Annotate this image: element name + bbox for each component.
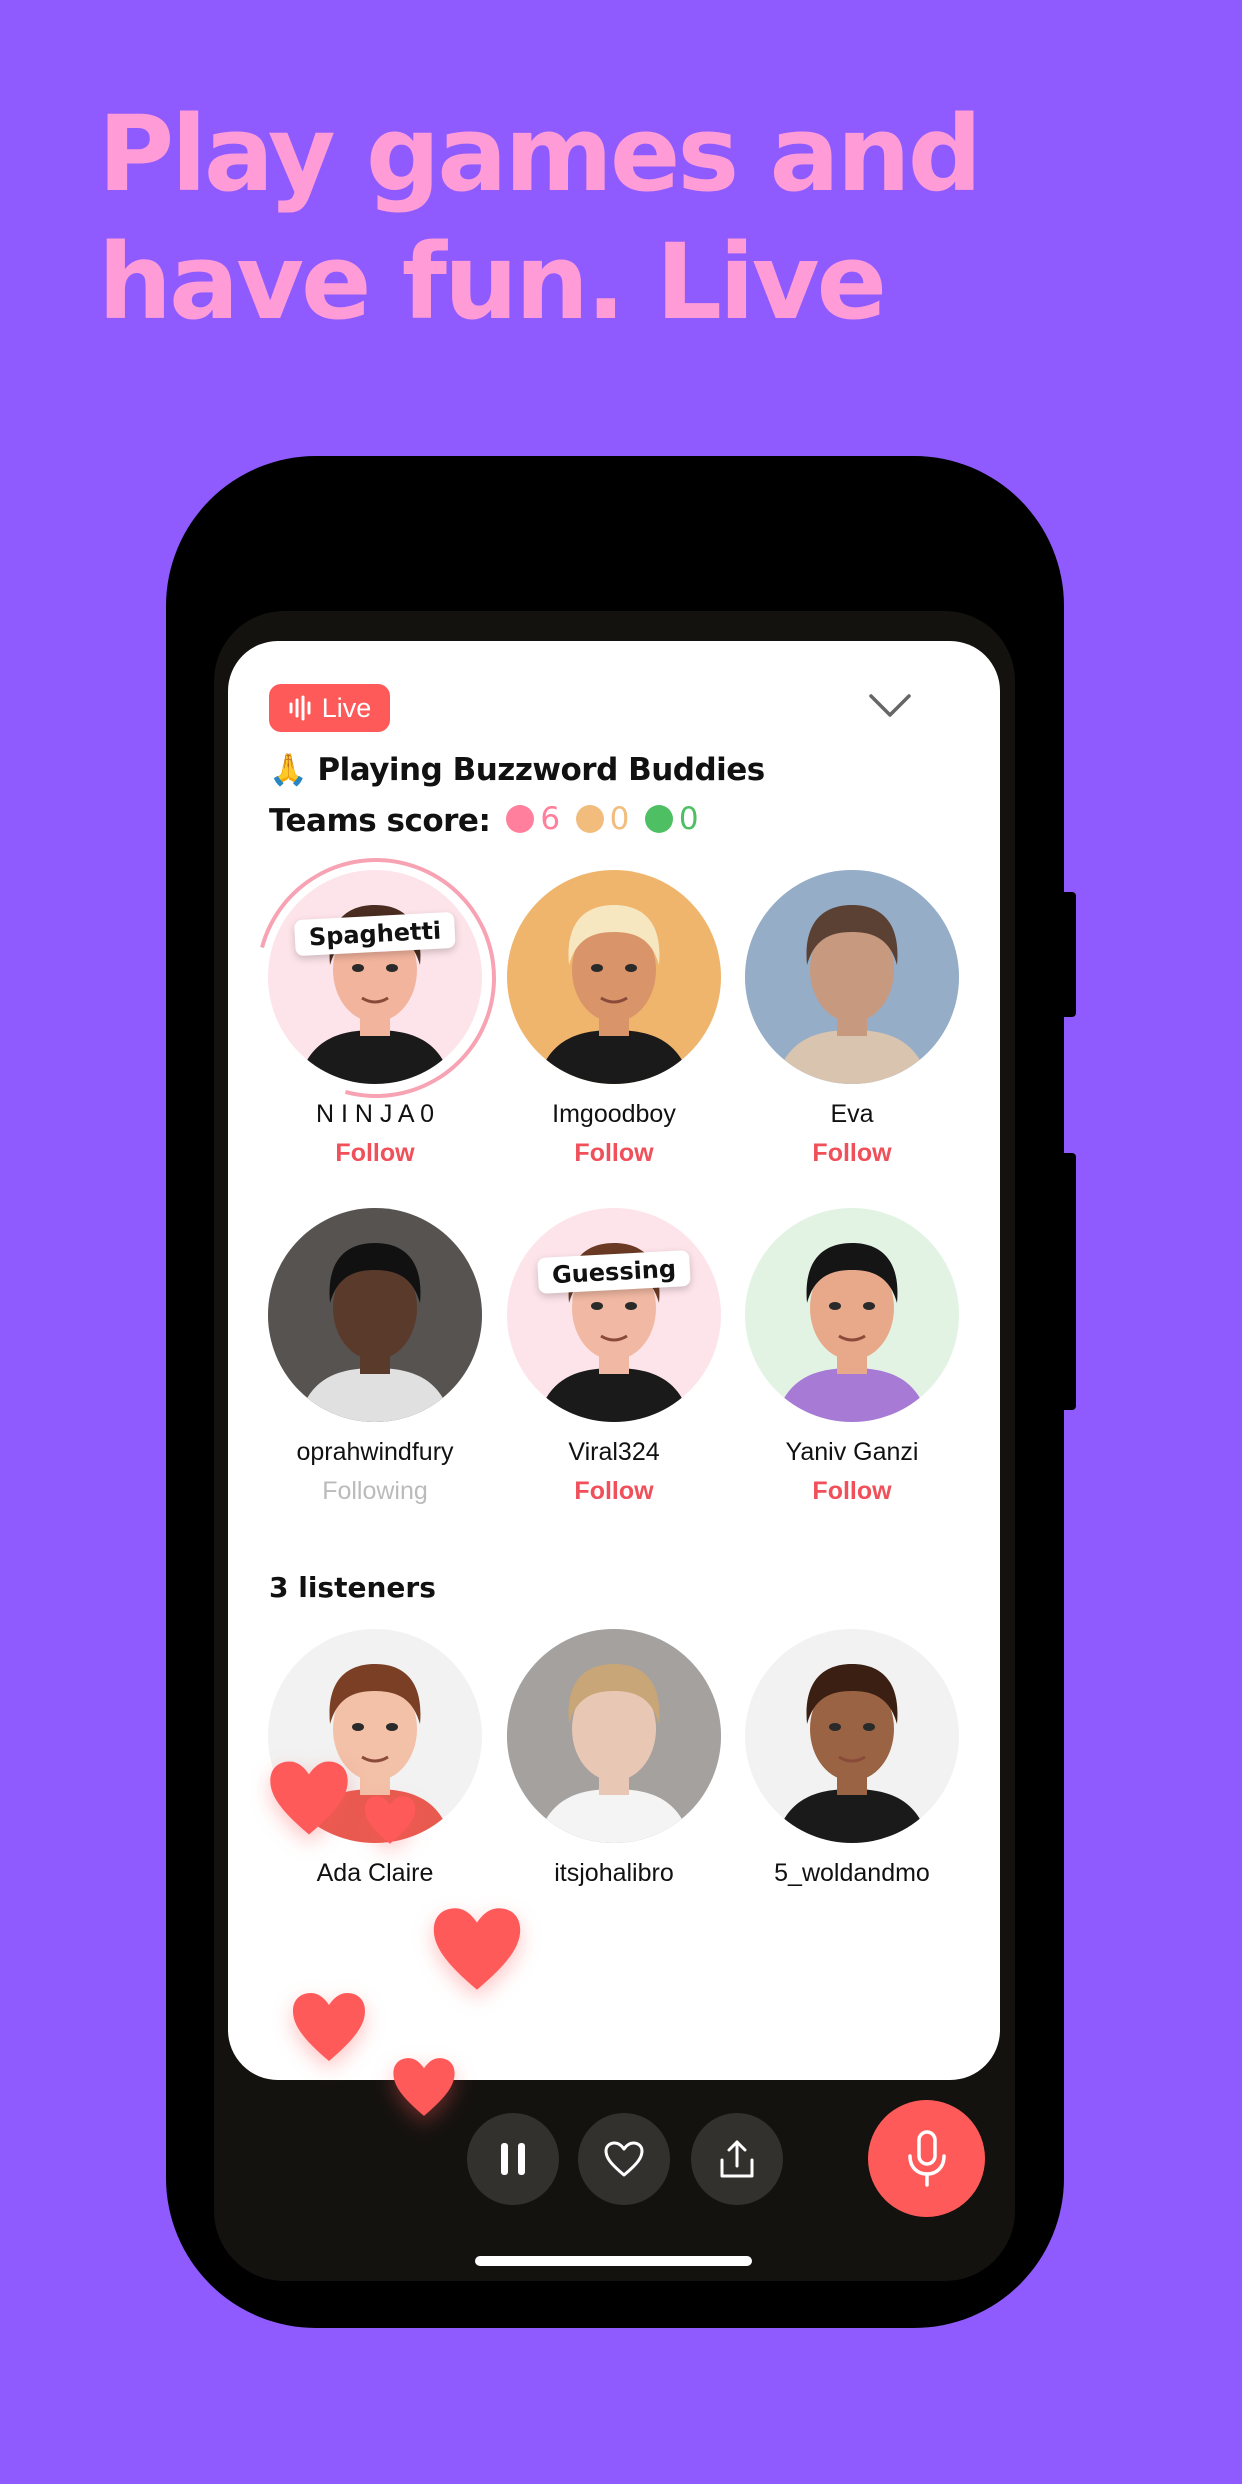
follow-button[interactable]: Follow (495, 1139, 733, 1168)
username: Eva (830, 1100, 874, 1128)
floating-heart-icon (293, 1993, 365, 2061)
follow-button[interactable]: Follow (256, 1139, 494, 1168)
phone-screen: Live 🙏 Playing Buzzword Buddies Teams sc… (214, 611, 1015, 2281)
headline-line-2: have fun. Live (98, 221, 887, 343)
following-button[interactable]: Following (256, 1477, 494, 1506)
team-score-value: 0 (609, 801, 630, 837)
share-icon (720, 2140, 754, 2178)
listener-tile[interactable]: itsjohalibro (495, 1629, 733, 1888)
avatar[interactable]: Guessing (507, 1208, 721, 1422)
room-title: 🙏 Playing Buzzword Buddies (269, 752, 765, 788)
phone-side-button (1064, 892, 1076, 1017)
speaker-tile[interactable]: oprahwindfury Following (256, 1208, 494, 1506)
home-indicator[interactable] (475, 2256, 752, 2266)
like-button[interactable] (578, 2113, 670, 2205)
avatar[interactable]: Spaghetti (214, 814, 540, 1142)
avatar[interactable] (507, 870, 721, 1084)
floating-heart-icon (270, 1761, 348, 1835)
room-card: Live 🙏 Playing Buzzword Buddies Teams sc… (214, 641, 1000, 2080)
headline-line-1: Play games and (98, 93, 982, 215)
avatar[interactable] (745, 1629, 959, 1843)
username: Ada Claire (316, 1859, 434, 1887)
heart-icon (604, 2141, 644, 2177)
soundwave-icon (289, 695, 311, 721)
chevron-down-icon[interactable] (868, 693, 912, 719)
team-score: 0 (575, 801, 630, 837)
username: Imgoodboy (552, 1100, 676, 1128)
listener-tile[interactable]: 5_woldandmo (733, 1629, 971, 1888)
share-button[interactable] (691, 2113, 783, 2205)
microphone-button[interactable] (868, 2100, 985, 2217)
microphone-icon (907, 2129, 946, 2187)
speaker-tile[interactable]: Guessing Viral324 Follow (495, 1208, 733, 1506)
avatar[interactable] (268, 1208, 482, 1422)
teams-score-label: Teams score: (269, 803, 491, 839)
username: Viral324 (568, 1438, 660, 1466)
teams-score: Teams score: 6 0 0 (269, 801, 699, 841)
speaking-ring (214, 814, 540, 1142)
phone-side-button (1064, 1153, 1076, 1410)
team-score: 6 (506, 801, 560, 837)
floating-heart-icon (433, 1908, 521, 1990)
floating-heart-icon (393, 2058, 455, 2116)
follow-button[interactable]: Follow (495, 1477, 733, 1506)
team-color-dot (506, 805, 535, 833)
pause-icon (501, 2143, 525, 2175)
pause-button[interactable] (467, 2113, 559, 2205)
team-score-value: 6 (540, 801, 560, 837)
team-score: 0 (644, 801, 699, 837)
follow-button[interactable]: Follow (733, 1477, 971, 1506)
team-color-dot (575, 805, 604, 833)
live-label: Live (321, 692, 372, 723)
team-score-value: 0 (678, 801, 699, 837)
live-badge: Live (269, 684, 390, 732)
username: 5_woldandmo (774, 1859, 930, 1887)
speaker-tile[interactable]: Eva Follow (733, 870, 971, 1168)
team-color-dot (644, 805, 673, 833)
username: N I N J A 0 (315, 1100, 435, 1128)
floating-heart-icon (364, 1796, 416, 1844)
username: oprahwindfury (296, 1438, 454, 1466)
username: itsjohalibro (554, 1859, 674, 1887)
username: Yaniv Ganzi (785, 1438, 919, 1466)
avatar[interactable] (507, 1629, 721, 1843)
speaker-tile[interactable]: Imgoodboy Follow (495, 870, 733, 1168)
follow-button[interactable]: Follow (733, 1139, 971, 1168)
listeners-heading: 3 listeners (269, 1571, 436, 1604)
avatar[interactable] (745, 870, 959, 1084)
avatar[interactable] (745, 1208, 959, 1422)
speaker-tile[interactable]: Yaniv Ganzi Follow (733, 1208, 971, 1506)
headline: Play games and have fun. Live (98, 90, 982, 346)
speaker-tile[interactable]: Spaghetti N I N J A 0 Follow (214, 814, 540, 1168)
